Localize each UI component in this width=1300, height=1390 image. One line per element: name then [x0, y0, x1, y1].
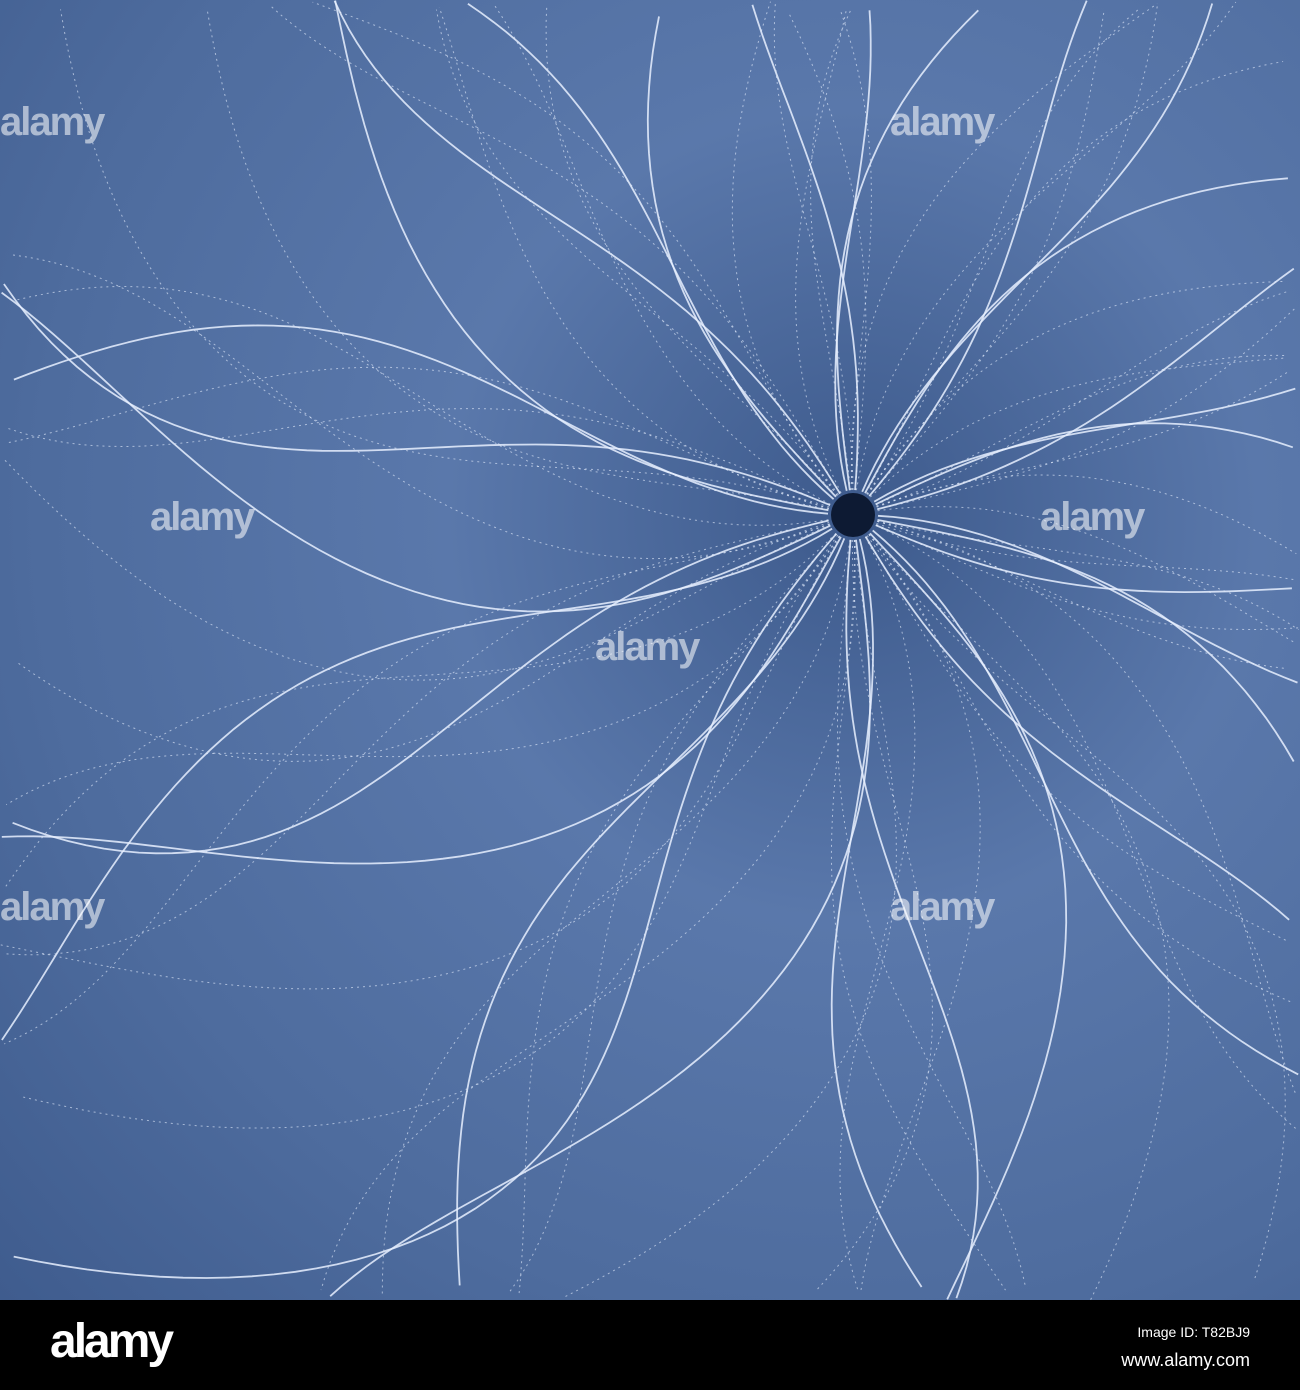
watermark: alamy	[1040, 495, 1145, 539]
vortex-line	[4, 459, 831, 681]
watermark: alamy	[150, 495, 255, 539]
vortex-line	[788, 13, 867, 491]
vortex-line	[850, 3, 1158, 491]
vortex-line	[795, 9, 847, 494]
vortex-line	[435, 9, 839, 496]
vortex-line	[646, 16, 837, 498]
watermark: alamy	[890, 100, 995, 144]
vortex-line	[320, 539, 856, 1291]
vortex-line	[877, 520, 1297, 1096]
vortex-line	[867, 9, 1139, 496]
vortex-line	[5, 532, 837, 887]
watermark: alamy	[595, 625, 700, 669]
vortex-line	[4, 523, 830, 1045]
watermark: alamy	[0, 885, 105, 929]
vortex-line	[877, 519, 1295, 762]
vortex-line	[13, 324, 829, 515]
vortex-line	[877, 267, 1295, 511]
site-url: www.alamy.com	[1121, 1350, 1250, 1370]
vortex-line	[334, 0, 829, 512]
vortex-line	[731, 1, 838, 496]
vortex-line	[14, 285, 829, 526]
vortex-line	[312, 1, 838, 496]
vortex-line	[873, 387, 1296, 503]
vortex-line	[751, 4, 859, 491]
vortex-center	[831, 493, 875, 537]
vortex-line	[60, 9, 830, 508]
vortex-line	[0, 536, 841, 990]
stock-image-page: alamy alamy alamy alamy alamy alamy alam…	[0, 0, 1300, 1390]
vortex-line	[876, 370, 1291, 507]
alamy-logo: alamy	[50, 1315, 174, 1368]
vortex-line	[1, 291, 831, 613]
vortex-line	[866, 280, 1284, 495]
vortex-line	[866, 3, 1159, 495]
vortex-line	[877, 306, 1297, 510]
footer-bar: alamy Image ID: T82BJ9 www.alamy.com	[0, 1300, 1300, 1390]
vortex-line	[21, 534, 839, 1129]
vortex-artwork: alamy alamy alamy alamy alamy alamy alam…	[0, 0, 1300, 1300]
vortex-line	[868, 534, 1292, 1003]
watermark: alamy	[0, 100, 105, 144]
vortex-line	[206, 9, 829, 510]
image-id: Image ID: T82BJ9	[1137, 1324, 1250, 1340]
vortex-line	[1, 527, 833, 1041]
vortex-line	[877, 520, 1287, 670]
vortex-line	[13, 533, 838, 1279]
watermark: alamy	[890, 885, 995, 929]
vortex-line	[493, 3, 831, 505]
vortex-line	[875, 524, 1299, 1132]
vortex-line	[877, 514, 1298, 684]
vortex-line	[3, 283, 831, 506]
vortex-line	[864, 536, 1290, 921]
